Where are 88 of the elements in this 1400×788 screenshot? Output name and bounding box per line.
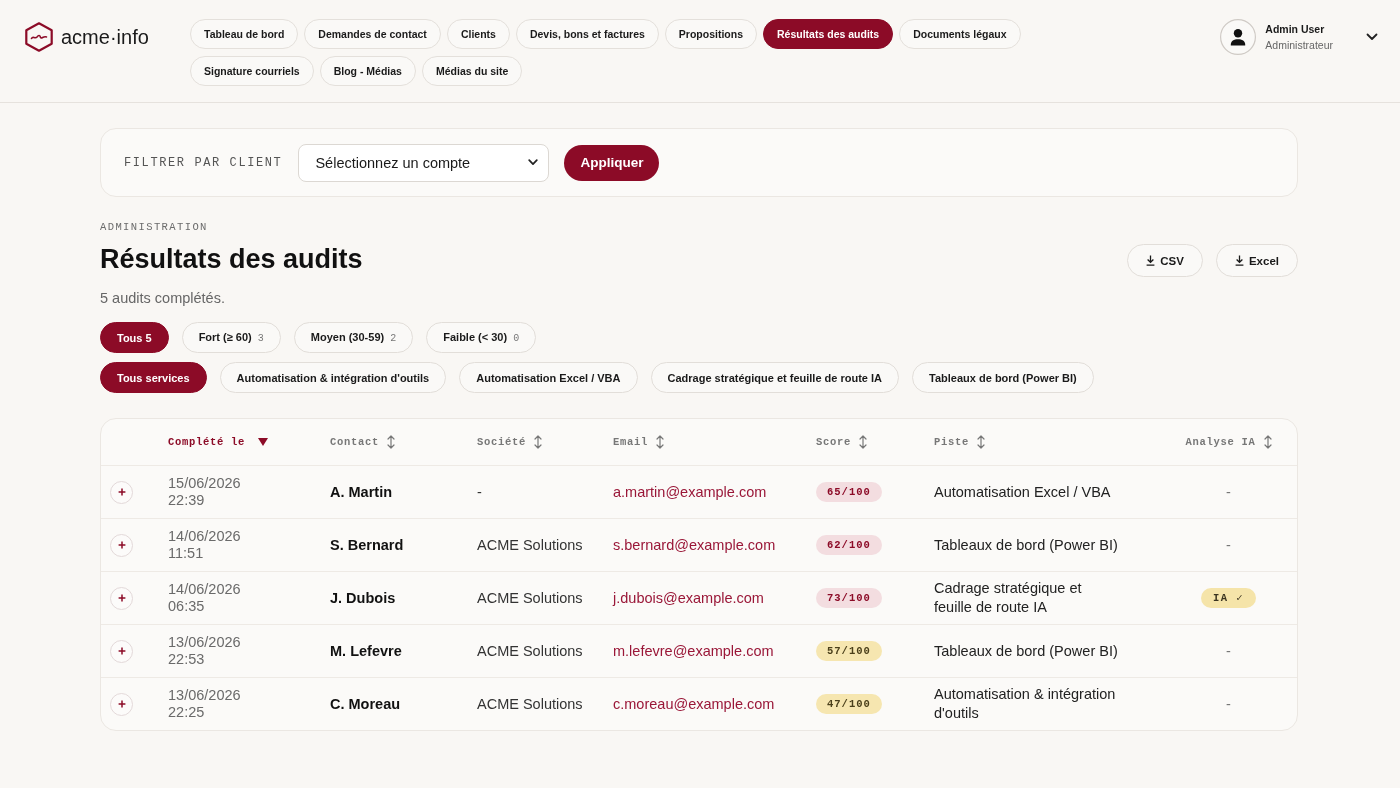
date-text: 14/06/2026 06:35	[168, 581, 242, 615]
page-title: Résultats des audits	[100, 243, 363, 276]
email-link[interactable]: m.lefevre@example.com	[613, 643, 774, 659]
download-icon	[1234, 255, 1244, 266]
contact-name: M. Lefevre	[330, 643, 402, 659]
email-link[interactable]: j.dubois@example.com	[613, 590, 764, 606]
email-link[interactable]: c.moreau@example.com	[613, 696, 775, 712]
column-header[interactable]: Contact	[330, 435, 395, 449]
page-subtitle: 5 audits complétés.	[100, 289, 226, 308]
company-text: ACME Solutions	[477, 696, 583, 712]
column-header[interactable]: Complété le	[168, 436, 268, 448]
plus-icon	[117, 594, 126, 602]
nav-tab[interactable]: Résultats des audits	[763, 19, 894, 49]
score-filter-chip[interactable]: Fort (≥ 60) 3	[181, 322, 281, 353]
service-filter-chip[interactable]: Tous services	[100, 362, 207, 393]
service-filter-chip[interactable]: Automatisation & intégration d'outils	[219, 362, 447, 393]
nav-tab[interactable]: Médias du site	[421, 56, 523, 86]
contact-name: J. Dubois	[330, 590, 396, 606]
contact-name: C. Moreau	[330, 696, 401, 712]
company-text: ACME Solutions	[477, 643, 583, 659]
nav-tab[interactable]: Devis, bons et factures	[515, 19, 659, 49]
date-text: 13/06/2026 22:53	[168, 634, 242, 668]
plus-icon	[117, 647, 126, 655]
date-text: 13/06/2026 22:25	[168, 687, 242, 721]
column-header[interactable]: Analyse IA	[1185, 435, 1272, 449]
column-header[interactable]: Piste	[934, 435, 985, 449]
score-filter-chip[interactable]: Faible (< 30) 0	[426, 322, 537, 353]
chevron-down-icon	[528, 159, 539, 166]
date-text: 14/06/2026 11:51	[168, 528, 242, 562]
track-text: Tableaux de bord (Power BI)	[934, 641, 1118, 661]
track-text: Automatisation & intégration d'outils	[934, 685, 1117, 723]
score-badge: 73/100	[816, 588, 882, 608]
download-icon	[1146, 255, 1156, 266]
column-header[interactable]: Email	[613, 435, 664, 449]
logo-icon	[25, 22, 53, 52]
nav-tab[interactable]: Signature courriels	[190, 56, 314, 86]
plus-icon	[117, 488, 126, 496]
export-button[interactable]: CSV	[1127, 244, 1203, 277]
expand-button[interactable]	[110, 533, 133, 557]
company-text: ACME Solutions	[477, 590, 583, 606]
score-badge: 47/100	[816, 694, 882, 714]
logo-text: acme·info	[61, 25, 149, 49]
ai-status-text: -	[1226, 537, 1231, 553]
column-header[interactable]: Société	[477, 435, 542, 449]
expand-button[interactable]	[110, 480, 133, 504]
export-button[interactable]: Excel	[1215, 244, 1298, 277]
nav-tab[interactable]: Clients	[446, 19, 510, 49]
score-badge: 62/100	[816, 535, 882, 555]
service-filter-chip[interactable]: Automatisation Excel / VBA	[459, 362, 638, 393]
score-filter-chip[interactable]: Moyen (30-59) 2	[293, 322, 414, 353]
email-link[interactable]: s.bernard@example.com	[613, 537, 776, 553]
avatar-icon	[1220, 19, 1257, 55]
contact-name: A. Martin	[330, 484, 393, 500]
ai-badge: IA ✓	[1200, 588, 1257, 608]
company-text: -	[477, 484, 482, 500]
service-filter-chip[interactable]: Cadrage stratégique et feuille de route IA	[650, 362, 900, 393]
column-header[interactable]: Score	[816, 435, 867, 449]
track-text: Cadrage stratégique et feuille de route IA	[934, 579, 1083, 617]
score-filter-chip[interactable]: Tous 5	[100, 322, 169, 353]
contact-name: S. Bernard	[330, 537, 404, 553]
ai-status-text: -	[1226, 643, 1231, 659]
date-text: 15/06/2026 22:39	[168, 475, 242, 509]
filter-label: FILTRER PAR CLIENT	[124, 155, 283, 170]
user-role: Administrateur	[1265, 39, 1333, 51]
plus-icon	[117, 700, 126, 708]
ai-status-text: -	[1226, 696, 1231, 712]
nav-tab[interactable]: Blog - Médias	[319, 56, 416, 86]
track-text: Tableaux de bord (Power BI)	[934, 535, 1118, 555]
nav-tab[interactable]: Demandes de contact	[304, 19, 441, 49]
nav-tab[interactable]: Tableau de bord	[190, 19, 299, 49]
service-filter-chip[interactable]: Tableaux de bord (Power BI)	[912, 362, 1094, 393]
plus-icon	[117, 541, 126, 549]
account-select[interactable]: Sélectionnez un compte	[298, 143, 550, 182]
score-badge: 65/100	[816, 482, 882, 502]
ai-status-text: -	[1226, 484, 1231, 500]
company-text: ACME Solutions	[477, 537, 583, 553]
expand-button[interactable]	[110, 586, 133, 610]
section-eyebrow: ADMINISTRATION	[100, 221, 209, 233]
nav-tab[interactable]: Documents légaux	[899, 19, 1021, 49]
apply-button[interactable]: Appliquer	[564, 144, 660, 181]
nav-tab[interactable]: Propositions	[664, 19, 758, 49]
chevron-down-icon[interactable]	[1366, 33, 1378, 41]
user-name: Admin User	[1265, 23, 1326, 35]
email-link[interactable]: a.martin@example.com	[613, 484, 767, 500]
score-badge: 57/100	[816, 641, 882, 661]
expand-button[interactable]	[110, 692, 133, 716]
expand-button[interactable]	[110, 639, 133, 663]
track-text: Automatisation Excel / VBA	[934, 482, 1111, 502]
